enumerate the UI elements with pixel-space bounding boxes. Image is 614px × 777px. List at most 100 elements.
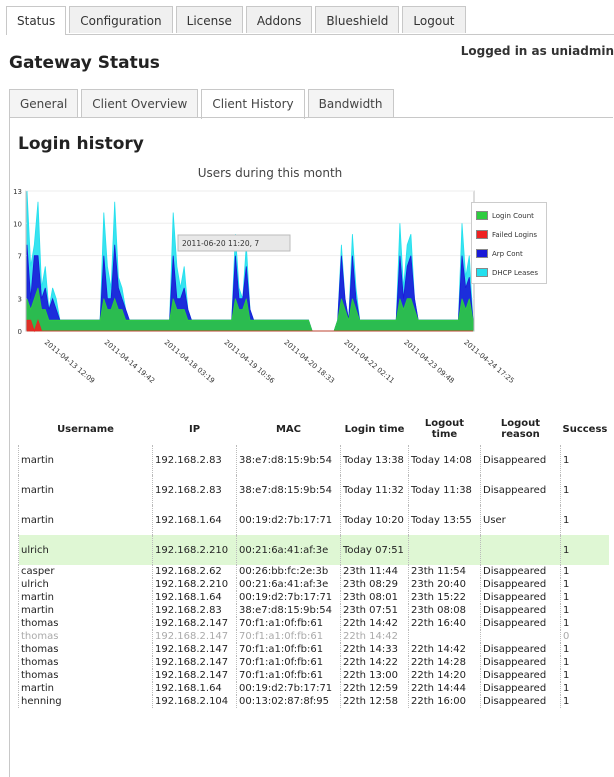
legend-item-failed-logins: Failed Logins (476, 225, 542, 244)
x-tick-label: 2011-04-18 03:19 (163, 338, 216, 385)
cell-ip: 192.168.2.147 (152, 669, 237, 682)
cell-ip: 192.168.2.62 (152, 565, 237, 578)
tab-status[interactable]: Status (6, 6, 67, 35)
page-title: Gateway Status (9, 53, 160, 73)
table-row[interactable]: thomas 192.168.2.147 70:f1:a1:0f:fb:61 22th… (18, 630, 610, 643)
cell-logout-reason: Disappeared (480, 643, 561, 656)
tab-configuration[interactable]: Configuration (69, 6, 173, 33)
tab-blueshield[interactable]: Blueshield (315, 6, 400, 33)
cell-username: thomas (18, 617, 153, 630)
cell-logout-reason: Disappeared (480, 475, 561, 505)
col-ip[interactable]: IP (153, 413, 237, 445)
cell-logout-reason: Disappeared (480, 695, 561, 708)
legend-label: Arp Cont (492, 249, 523, 258)
cell-success: 1 (560, 617, 610, 630)
cell-mac: 00:19:d2:7b:17:71 (236, 682, 341, 695)
cell-ip: 192.168.2.83 (152, 475, 237, 505)
cell-logout-reason (480, 630, 561, 643)
logged-in-info: Logged in as uniadmin (460, 44, 614, 58)
table-row[interactable]: thomas 192.168.2.147 70:f1:a1:0f:fb:61 22th… (18, 617, 610, 630)
x-tick-label: 2011-04-20 18:33 (282, 338, 335, 385)
cell-login-time: 23th 08:29 (340, 578, 409, 591)
table-row[interactable]: martin 192.168.2.83 38:e7:d8:15:9b:54 23th … (18, 604, 610, 617)
cell-ip: 192.168.2.83 (152, 445, 237, 475)
cell-success: 1 (560, 682, 610, 695)
col-success[interactable]: Success (561, 413, 610, 445)
cell-login-time: 22th 12:59 (340, 682, 409, 695)
cell-logout-time: 22th 14:44 (408, 682, 481, 695)
cell-mac: 70:f1:a1:0f:fb:61 (236, 630, 341, 643)
cell-success: 1 (560, 656, 610, 669)
sub-tab-bar: General Client Overview Client History B… (9, 89, 397, 119)
cell-login-time: Today 13:38 (340, 445, 409, 475)
cell-username: thomas (18, 656, 153, 669)
col-username[interactable]: Username (19, 413, 153, 445)
cell-username: ulrich (18, 535, 153, 565)
cell-logout-reason: Disappeared (480, 565, 561, 578)
legend-item-dhcp-leases: DHCP Leases (476, 263, 542, 282)
col-logout-reason[interactable]: Logout reason (481, 413, 561, 445)
subtab-client-overview[interactable]: Client Overview (81, 89, 199, 117)
table-row[interactable]: ulrich 192.168.2.210 00:21:6a:41:af:3e 23th… (18, 578, 610, 591)
cell-success: 1 (560, 591, 610, 604)
cell-ip: 192.168.2.210 (152, 535, 237, 565)
cell-ip: 192.168.1.64 (152, 591, 237, 604)
col-mac[interactable]: MAC (237, 413, 341, 445)
cell-mac: 38:e7:d8:15:9b:54 (236, 604, 341, 617)
legend-label: DHCP Leases (492, 268, 538, 277)
cell-mac: 70:f1:a1:0f:fb:61 (236, 669, 341, 682)
tab-license[interactable]: License (175, 6, 243, 33)
y-tick-label: 7 (18, 253, 22, 261)
cell-login-time: 22th 14:42 (340, 617, 409, 630)
subtab-client-history[interactable]: Client History (201, 89, 305, 119)
table-row[interactable]: martin 192.168.2.83 38:e7:d8:15:9b:54 Today… (18, 475, 610, 505)
table-row[interactable]: casper 192.168.2.62 00:26:bb:fc:2e:3b 23th … (18, 565, 610, 578)
cell-login-time: Today 07:51 (340, 535, 409, 565)
cell-mac: 00:13:02:87:8f:95 (236, 695, 341, 708)
cell-ip: 192.168.2.147 (152, 656, 237, 669)
legend-label: Failed Logins (492, 230, 538, 239)
table-row[interactable]: martin 192.168.1.64 00:19:d2:7b:17:71 23th … (18, 591, 610, 604)
table-row[interactable]: thomas 192.168.2.147 70:f1:a1:0f:fb:61 22th… (18, 643, 610, 656)
cell-ip: 192.168.2.210 (152, 578, 237, 591)
table-row[interactable]: martin 192.168.1.64 00:19:d2:7b:17:71 Today… (18, 505, 610, 535)
cell-login-time: 22th 14:33 (340, 643, 409, 656)
cell-mac: 00:19:d2:7b:17:71 (236, 505, 341, 535)
tab-addons[interactable]: Addons (245, 6, 313, 33)
cell-logout-reason (480, 535, 561, 565)
x-tick-label: 2011-04-19 10:56 (222, 338, 276, 385)
subtab-bandwidth[interactable]: Bandwidth (307, 89, 394, 117)
col-logout-time[interactable]: Logout time (409, 413, 481, 445)
tab-logout[interactable]: Logout (402, 6, 466, 33)
cell-logout-reason: Disappeared (480, 682, 561, 695)
table-row[interactable]: martin 192.168.1.64 00:19:d2:7b:17:71 22th … (18, 682, 610, 695)
y-tick-label: 3 (18, 296, 22, 304)
y-tick-label: 0 (18, 328, 22, 336)
cell-username: thomas (18, 669, 153, 682)
cell-logout-time: 22th 14:28 (408, 656, 481, 669)
table-row[interactable]: ulrich 192.168.2.210 00:21:6a:41:af:3e Toda… (18, 535, 610, 565)
x-tick-label: 2011-04-14 19:42 (103, 338, 156, 385)
cell-ip: 192.168.1.64 (152, 505, 237, 535)
cell-ip: 192.168.2.147 (152, 617, 237, 630)
legend-swatch-arp (476, 249, 488, 258)
table-row[interactable]: thomas 192.168.2.147 70:f1:a1:0f:fb:61 22th… (18, 669, 610, 682)
cell-login-time: 23th 08:01 (340, 591, 409, 604)
table-row[interactable]: thomas 192.168.2.147 70:f1:a1:0f:fb:61 22th… (18, 656, 610, 669)
cell-ip: 192.168.1.64 (152, 682, 237, 695)
cell-mac: 00:21:6a:41:af:3e (236, 535, 341, 565)
section-title: Login history (18, 134, 144, 154)
table-row[interactable]: henning 192.168.2.104 00:13:02:87:8f:95 22t… (18, 695, 610, 708)
col-login-time[interactable]: Login time (341, 413, 409, 445)
cell-username: martin (18, 475, 153, 505)
cell-mac: 70:f1:a1:0f:fb:61 (236, 643, 341, 656)
cell-login-time: 22th 13:00 (340, 669, 409, 682)
users-chart: 0 3 7 10 13 2011-06-20 11:20, 7 2011-04-13 12:… (13, 188, 516, 385)
cell-success: 1 (560, 604, 610, 617)
cell-logout-time: 22th 16:00 (408, 695, 481, 708)
cell-ip: 192.168.2.147 (152, 630, 237, 643)
table-row[interactable]: martin 192.168.2.83 38:e7:d8:15:9b:54 Today… (18, 445, 610, 475)
cell-success: 1 (560, 669, 610, 682)
cell-success: 1 (560, 565, 610, 578)
subtab-general[interactable]: General (9, 89, 79, 117)
